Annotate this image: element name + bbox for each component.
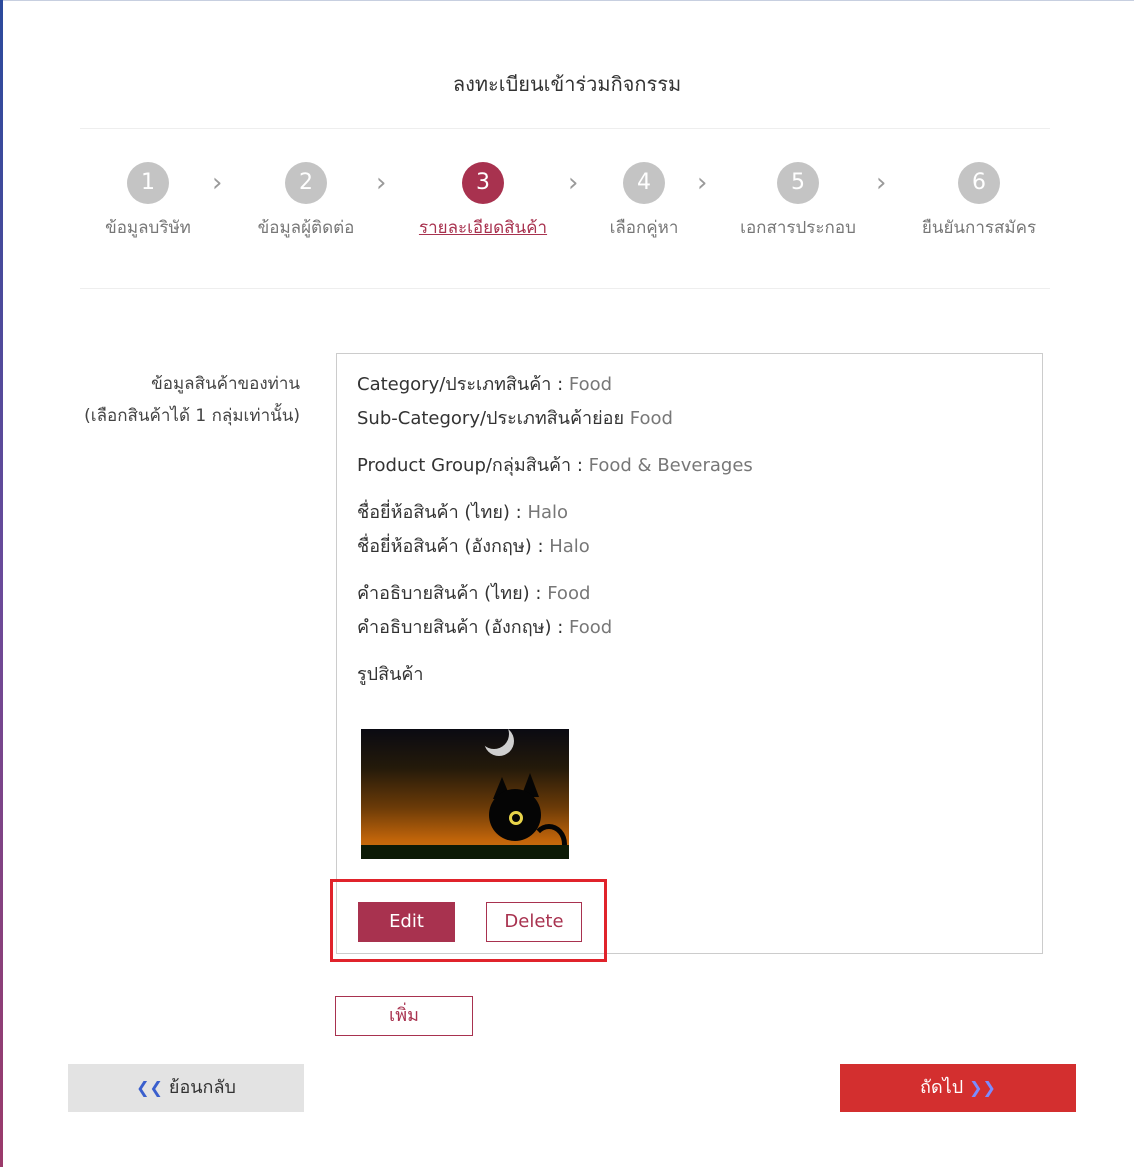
product-section-label-line2: (เลือกสินค้าได้ 1 กลุ่มเท่านั้น) bbox=[84, 406, 300, 426]
step-number: 2 bbox=[285, 162, 327, 204]
moon-shape bbox=[479, 729, 509, 749]
edit-button[interactable]: Edit bbox=[358, 902, 455, 942]
step-number: 1 bbox=[127, 162, 169, 204]
product-group-value: Food & Beverages bbox=[588, 455, 753, 476]
step-label: เลือกคู่หา bbox=[609, 218, 679, 238]
product-group-label: Product Group/กลุ่มสินค้า : bbox=[357, 455, 589, 476]
subcategory-row: Sub-Category/ประเภทสินค้าย่อย Food bbox=[357, 403, 673, 432]
back-button[interactable]: ❮❮ ย้อนกลับ bbox=[68, 1064, 304, 1112]
double-chevron-right-icon: ❯❯ bbox=[969, 1078, 996, 1097]
step-label: รายละเอียดสินค้า bbox=[418, 218, 548, 238]
description-en-row: คำอธิบายสินค้า (อังกฤษ) : Food bbox=[357, 612, 612, 641]
step-select-partner[interactable]: 4 เลือกคู่หา bbox=[600, 162, 688, 241]
category-row: Category/ประเภทสินค้า : Food bbox=[357, 369, 612, 398]
product-section-label-line1: ข้อมูลสินค้าของท่าน bbox=[151, 374, 300, 394]
subcategory-label: Sub-Category/ประเภทสินค้าย่อย bbox=[357, 408, 630, 429]
product-image-label: รูปสินค้า bbox=[357, 664, 424, 685]
step-label: เอกสารประกอบ bbox=[740, 218, 856, 238]
chevron-right-icon: › bbox=[212, 168, 223, 198]
brand-th-label: ชื่อยี่ห้อสินค้า (ไทย) : bbox=[357, 502, 528, 523]
step-contact-info[interactable]: 2 ข้อมูลผู้ติดต่อ bbox=[245, 162, 367, 241]
description-en-label: คำอธิบายสินค้า (อังกฤษ) : bbox=[357, 617, 570, 638]
brand-th-value: Halo bbox=[527, 502, 569, 523]
step-number: 6 bbox=[958, 162, 1000, 204]
product-card bbox=[336, 353, 1043, 954]
subcategory-value: Food bbox=[629, 408, 673, 429]
add-product-button[interactable]: เพิ่ม bbox=[335, 996, 473, 1036]
step-product-details[interactable]: 3 รายละเอียดสินค้า bbox=[411, 162, 555, 241]
chevron-right-icon: › bbox=[376, 168, 387, 198]
product-group-row: Product Group/กลุ่มสินค้า : Food & Bever… bbox=[357, 450, 753, 479]
double-chevron-left-icon: ❮❮ bbox=[136, 1078, 163, 1097]
description-en-value: Food bbox=[569, 617, 613, 638]
window-top-border bbox=[0, 0, 1134, 1]
step-documents[interactable]: 5 เอกสารประกอบ bbox=[731, 162, 865, 241]
delete-button[interactable]: Delete bbox=[486, 902, 582, 942]
step-company-info[interactable]: 1 ข้อมูลบริษัท bbox=[95, 162, 201, 241]
step-label: ยืนยันการสมัคร bbox=[921, 218, 1037, 238]
category-value: Food bbox=[568, 374, 613, 395]
description-th-value: Food bbox=[547, 583, 591, 604]
brand-en-row: ชื่อยี่ห้อสินค้า (อังกฤษ) : Halo bbox=[357, 531, 590, 560]
divider bbox=[80, 288, 1050, 289]
step-label: ข้อมูลบริษัท bbox=[105, 218, 191, 238]
next-button-label: ถัดไป bbox=[920, 1077, 964, 1098]
description-th-row: คำอธิบายสินค้า (ไทย) : Food bbox=[357, 578, 590, 607]
step-number: 4 bbox=[623, 162, 665, 204]
brand-en-label: ชื่อยี่ห้อสินค้า (อังกฤษ) : bbox=[357, 536, 550, 557]
product-section-label: ข้อมูลสินค้าของท่าน (เลือกสินค้าได้ 1 กล… bbox=[60, 368, 300, 432]
chevron-right-icon: › bbox=[697, 168, 708, 198]
step-confirm[interactable]: 6 ยืนยันการสมัคร bbox=[913, 162, 1045, 241]
step-label: ข้อมูลผู้ติดต่อ bbox=[257, 218, 355, 238]
page-title: ลงทะเบียนเข้าร่วมกิจกรรม bbox=[452, 72, 682, 96]
step-number: 3 bbox=[462, 162, 504, 204]
category-label: Category/ประเภทสินค้า : bbox=[357, 374, 569, 395]
chevron-right-icon: › bbox=[568, 168, 579, 198]
product-image bbox=[361, 729, 569, 859]
brand-th-row: ชื่อยี่ห้อสินค้า (ไทย) : Halo bbox=[357, 497, 568, 526]
chevron-right-icon: › bbox=[876, 168, 887, 198]
brand-en-value: Halo bbox=[549, 536, 590, 557]
window-left-border bbox=[0, 0, 3, 1167]
grass bbox=[361, 845, 569, 859]
next-button[interactable]: ถัดไป ❯❯ bbox=[840, 1064, 1076, 1112]
back-button-label: ย้อนกลับ bbox=[168, 1077, 236, 1098]
cat-eye bbox=[509, 811, 523, 825]
step-number: 5 bbox=[777, 162, 819, 204]
divider bbox=[80, 128, 1050, 129]
description-th-label: คำอธิบายสินค้า (ไทย) : bbox=[357, 583, 548, 604]
